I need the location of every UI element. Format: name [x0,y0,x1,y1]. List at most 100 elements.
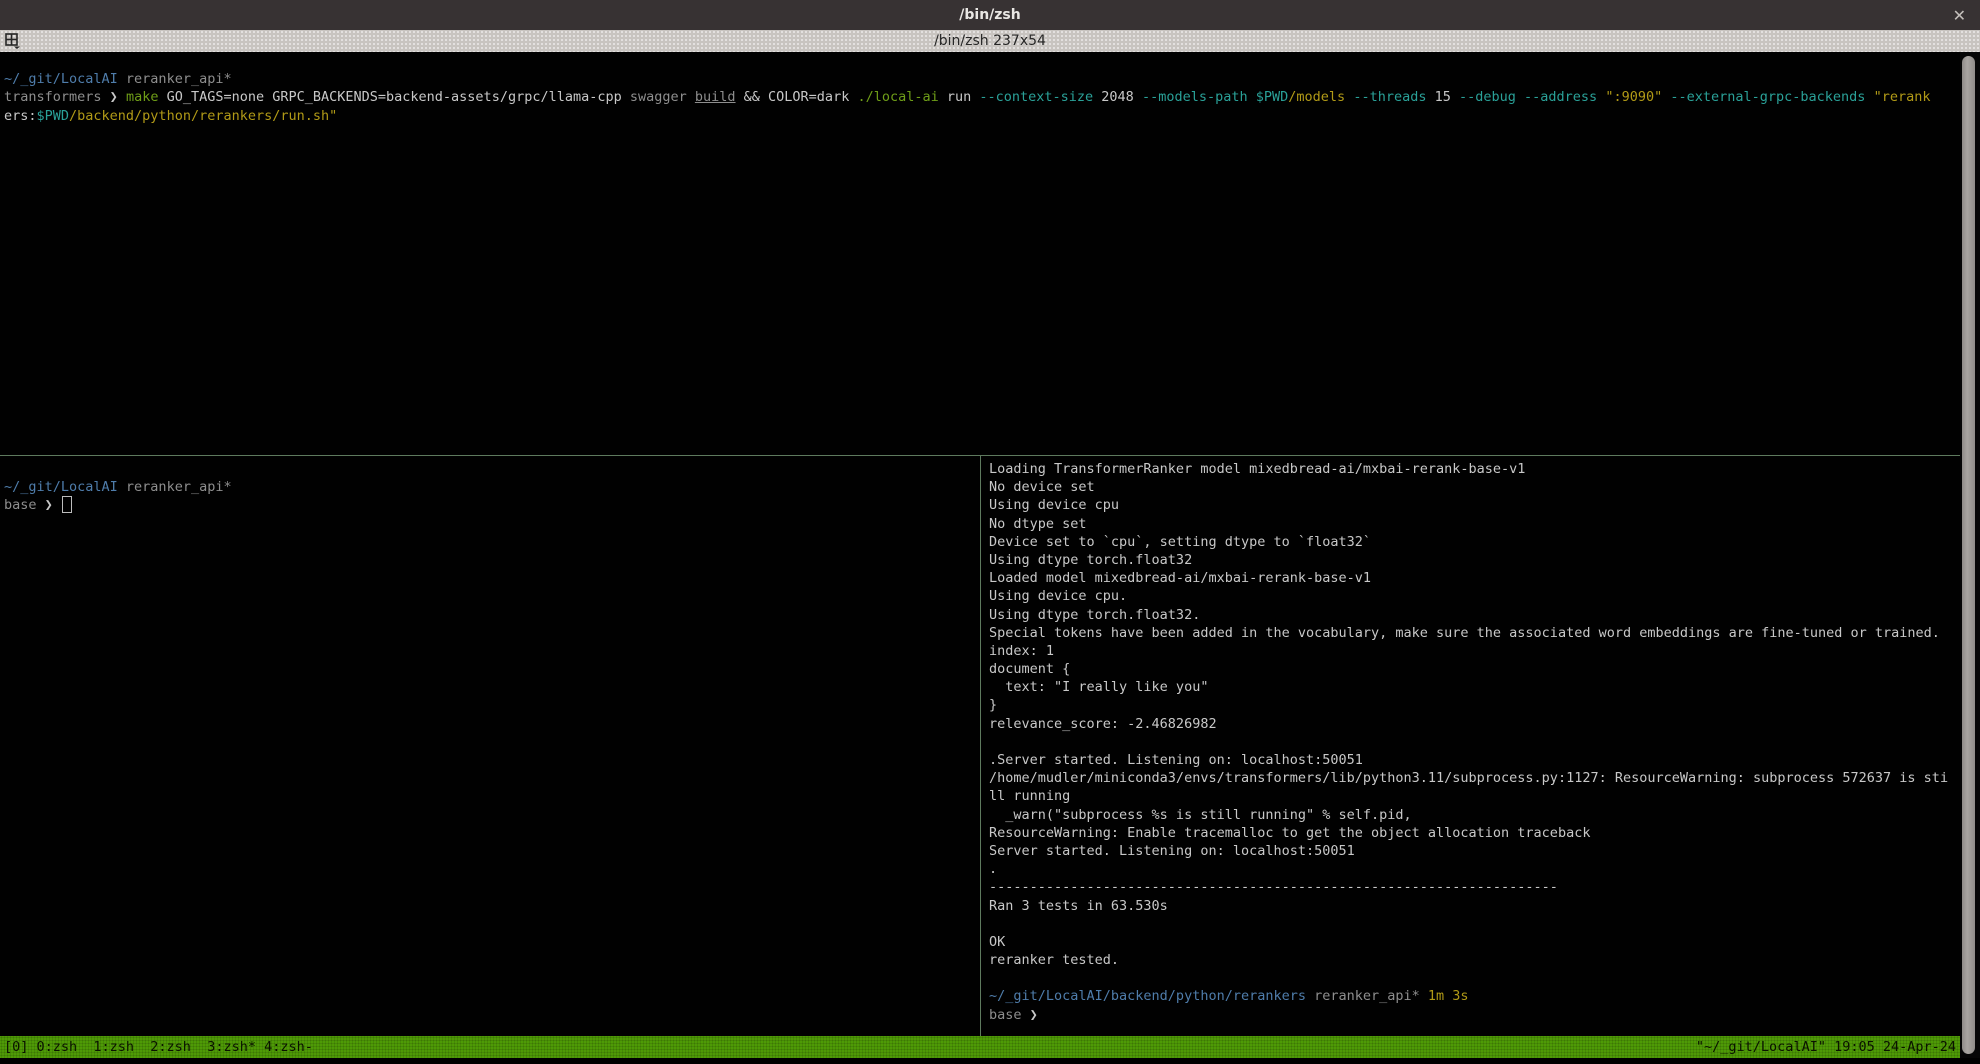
tmux-status-right: "~/_git/LocalAI" 19:05 24-Apr-24 [1696,1039,1956,1055]
text-segment: 15 [1426,89,1459,105]
text-segment: Special tokens have been added in the vo… [989,625,1940,641]
text-segment: ers: [4,108,37,124]
text-segment: ResourceWarning: Enable tracemalloc to g… [989,825,1590,841]
text-segment: ll running [989,788,1070,804]
window-title: /bin/zsh [959,7,1020,23]
terminal-line: _warn("subprocess %s is still running" %… [989,806,1960,824]
terminal-line: index: 1 [989,642,1960,660]
terminal-line [4,52,1960,70]
text-segment: OK [989,934,1005,950]
text-segment [1865,89,1873,105]
text-segment: /models [1288,89,1353,105]
text-segment: base [989,1007,1030,1023]
text-segment: make [126,89,159,105]
text-segment: /home/mudler/miniconda3/envs/transformer… [989,770,1948,786]
terminal-line: relevance_score: -2.46826982 [989,715,1960,733]
text-segment: reranker_api* [1306,988,1420,1004]
text-segment: Server started. Listening on: localhost:… [989,843,1355,859]
terminal-line: No device set [989,478,1960,496]
text-segment: base [4,497,45,513]
text-segment: GO_TAGS=none GRPC_BACKENDS=backend-asset… [158,89,629,105]
terminal-line: Special tokens have been added in the vo… [989,624,1960,642]
text-segment: build [695,89,736,105]
text-segment: $PWD [37,108,70,124]
text-segment: --context-size [979,89,1093,105]
text-segment: ❯ [45,497,61,513]
terminal-line [4,460,982,478]
terminal-line: } [989,696,1960,714]
terminal-line: text: "I really like you" [989,678,1960,696]
text-segment: } [989,697,997,713]
terminal-line: ~/_git/LocalAI reranker_api* [4,478,982,496]
terminal-line: Ran 3 tests in 63.530s [989,897,1960,915]
terminal-line: base ❯ [989,1006,1960,1024]
text-segment: Using dtype torch.float32 [989,552,1192,568]
text-segment: ~/_git/LocalAI [4,479,118,495]
terminal-line: No dtype set [989,515,1960,533]
text-segment: ❯ [110,89,126,105]
terminal-line [989,733,1960,751]
scrollbar-thumb[interactable] [1962,56,1975,1054]
text-segment: index: 1 [989,643,1054,659]
terminal-line: document { [989,660,1960,678]
text-segment: reranker_api* [118,71,232,87]
terminal-line: Loaded model mixedbread-ai/mxbai-rerank-… [989,569,1960,587]
pane-bottom-right-log[interactable]: Loading TransformerRanker model mixedbre… [982,456,1960,1036]
terminal-line: base ❯ [4,496,982,514]
text-segment: . [989,861,997,877]
tab-label: /bin/zsh 237x54 [934,33,1046,49]
text-segment: document { [989,661,1070,677]
text-segment: ❯ [1030,1007,1038,1023]
close-icon[interactable]: ✕ [1953,0,1966,30]
terminal-line: Using dtype torch.float32. [989,606,1960,624]
terminal-line [989,915,1960,933]
pane-bottom-left-shell[interactable]: ~/_git/LocalAI reranker_api*base ❯ [0,456,982,1036]
text-segment: 2048 [1093,89,1142,105]
layout-picker-icon[interactable] [4,32,22,50]
terminal-line: ~/_git/LocalAI/backend/python/rerankers … [989,987,1960,1005]
text-segment [1516,89,1524,105]
window-titlebar[interactable]: /bin/zsh ✕ [0,0,1980,30]
text-segment: .Server started. Listening on: localhost… [989,752,1363,768]
text-segment: Using device cpu [989,497,1119,513]
scrollbar-track[interactable] [1960,52,1980,1058]
terminal-line: .Server started. Listening on: localhost… [989,751,1960,769]
terminal-line: ResourceWarning: Enable tracemalloc to g… [989,824,1960,842]
text-segment: run [939,89,980,105]
terminal-line: Server started. Listening on: localhost:… [989,842,1960,860]
terminal-line: ~/_git/LocalAI reranker_api* [4,70,1960,88]
tmux-status-bar[interactable]: [0] 0:zsh 1:zsh 2:zsh 3:zsh* 4:zsh- "~/_… [0,1036,1960,1058]
text-segment: $PWD [1256,89,1289,105]
terminal-line: ers:$PWD/backend/python/rerankers/run.sh… [4,107,1960,125]
text-segment: ~/_git/LocalAI [4,71,118,87]
text-segment: --models-path [1142,89,1248,105]
text-segment: text: "I really like you" [989,679,1208,695]
text-cursor [62,496,72,513]
text-segment: Loaded model mixedbread-ai/mxbai-rerank-… [989,570,1371,586]
terminal-line: /home/mudler/miniconda3/envs/transformer… [989,769,1960,787]
text-segment: Ran 3 tests in 63.530s [989,898,1168,914]
text-segment: --address [1524,89,1597,105]
tmux-window-list: [0] 0:zsh 1:zsh 2:zsh 3:zsh* 4:zsh- [4,1039,313,1055]
text-segment: --external-grpc-backends [1670,89,1865,105]
terminal-line: Using dtype torch.float32 [989,551,1960,569]
terminal-line: ----------------------------------------… [989,878,1960,896]
text-segment: Loading TransformerRanker model mixedbre… [989,461,1525,477]
text-segment: Using dtype torch.float32. [989,607,1200,623]
terminal-line: Using device cpu [989,496,1960,514]
text-segment: --threads [1353,89,1426,105]
terminal-screen[interactable]: ~/_git/LocalAI reranker_api*transformers… [0,52,1980,1036]
pane-top-shell[interactable]: ~/_git/LocalAI reranker_api*transformers… [0,52,1960,455]
terminal-line: ll running [989,787,1960,805]
terminal-line: reranker tested. [989,951,1960,969]
text-segment: swagger [630,89,695,105]
text-segment: No device set [989,479,1095,495]
text-segment: "rerank [1874,89,1931,105]
text-segment: Using device cpu. [989,588,1127,604]
text-segment: 1m 3s [1420,988,1469,1004]
text-segment [1248,89,1256,105]
terminal-line [989,969,1960,987]
text-segment: No dtype set [989,516,1087,532]
terminal-line: Using device cpu. [989,587,1960,605]
tab-bar[interactable]: /bin/zsh 237x54 [0,30,1980,52]
